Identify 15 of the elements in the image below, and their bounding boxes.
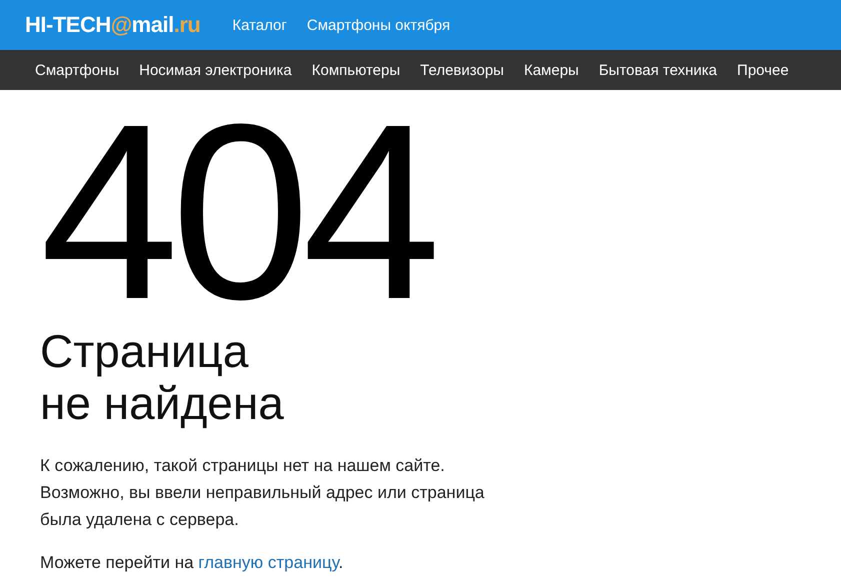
category-link[interactable]: Носимая электроника [139,62,292,78]
category-link[interactable]: Бытовая техника [598,62,718,78]
error-message: К сожалению, такой страницы нет на нашем сайте. Возможно, вы ввели неправильный адрес или страница была удалена с сервера. [40,455,486,531]
suggestion-text: Можете перейти на главную страницу. [40,552,344,574]
category-link[interactable]: Камеры [524,62,579,78]
category-link[interactable]: Прочее [737,62,789,78]
category-link[interactable]: Компьютеры [312,62,400,78]
category-link[interactable]: Смартфоны [35,62,120,78]
error-code: 404 [40,112,434,312]
site-logo[interactable]: HI-TECH@mail.ru [25,12,200,38]
header-link[interactable]: Каталог [232,16,287,34]
header-link[interactable]: Смартфоны октября [306,16,450,34]
error-title: Страница не найдена [40,325,285,429]
home-link[interactable]: главную страницу [198,553,339,572]
category-link[interactable]: Телевизоры [420,62,504,78]
